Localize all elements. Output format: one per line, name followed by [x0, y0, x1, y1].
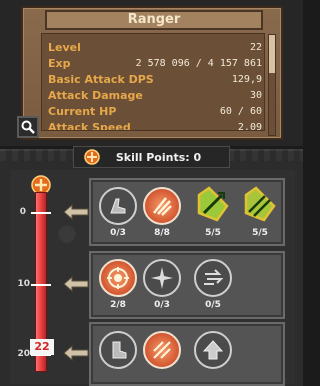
- skill-count: 8/8: [154, 228, 170, 238]
- stat-value: 2,09: [237, 122, 262, 131]
- skill-button-green-arrows[interactable]: [241, 185, 279, 223]
- stat-row-current-hp: Current HP 60 / 60: [48, 104, 262, 120]
- green-arrows-icon: [244, 186, 276, 222]
- skill-button-flame-claw[interactable]: [143, 187, 181, 225]
- skill-button-shuriken[interactable]: [143, 259, 181, 297]
- stat-row-exp: Exp 2 578 096 / 4 157 861: [48, 56, 262, 72]
- stat-label: Attack Damage: [48, 89, 143, 102]
- row-connector-arrow-icon: [63, 275, 89, 293]
- skill-button-wind[interactable]: [194, 259, 232, 297]
- skill-button-armor-boot[interactable]: [99, 331, 137, 369]
- stats-scrollbar[interactable]: [268, 34, 276, 136]
- skill-button-up-arrow[interactable]: [194, 331, 232, 369]
- level-tick: [31, 212, 51, 214]
- scrollbar-thumb[interactable]: [269, 35, 275, 73]
- up-arrow-icon: [202, 340, 224, 360]
- skill-count: 2/8: [110, 300, 126, 310]
- stat-row-attack-speed: Attack Speed 2,09: [48, 120, 262, 131]
- stat-row-level: Level 22: [48, 40, 262, 56]
- stat-label: Basic Attack DPS: [48, 73, 154, 86]
- skill-count: 0/3: [110, 228, 126, 238]
- row-connector-arrow-icon: [63, 203, 89, 221]
- stat-row-attack-damage: Attack Damage 30: [48, 88, 262, 104]
- armor-boot-icon: [112, 341, 127, 359]
- level-tick-label: 0: [19, 207, 26, 217]
- skill-button-green-arrow[interactable]: [194, 185, 232, 223]
- stat-value: 2 578 096 / 4 157 861: [135, 58, 262, 69]
- level-tick-label: 20: [17, 349, 30, 359]
- target-icon: [107, 267, 129, 289]
- stat-row-dps: Basic Attack DPS 129,9: [48, 72, 262, 88]
- skill-button-fire-slash[interactable]: [143, 331, 181, 369]
- level-tick: [31, 284, 51, 286]
- magnifier-icon: [21, 120, 35, 134]
- green-arrow-icon: [197, 186, 229, 222]
- stat-label: Current HP: [48, 105, 117, 118]
- inspect-button[interactable]: [17, 116, 39, 138]
- shuriken-icon: [151, 267, 173, 289]
- skill-count: 0/5: [205, 300, 221, 310]
- stat-label: Attack Speed: [48, 121, 131, 131]
- stat-label: Level: [48, 41, 81, 54]
- flame-claw-icon: [153, 197, 172, 216]
- stats-list[interactable]: Level 22 Exp 2 578 096 / 4 157 861 Basic…: [41, 33, 265, 131]
- stat-value: 22: [249, 42, 262, 53]
- class-title: Ranger: [45, 10, 263, 30]
- skill-count: 0/3: [154, 300, 170, 310]
- skill-count: 5/5: [252, 228, 268, 238]
- stat-label: Exp: [48, 57, 71, 70]
- wind-icon: [204, 269, 224, 285]
- boot-icon: [110, 198, 126, 214]
- skill-points-label: Skill Points: 0: [115, 151, 202, 164]
- skill-button-target[interactable]: [99, 259, 137, 297]
- current-level-badge: 22: [30, 339, 54, 355]
- stat-value: 60 / 60: [219, 106, 262, 117]
- character-stats-panel: Ranger Level 22 Exp 2 578 096 / 4 157 86…: [17, 6, 283, 140]
- row-connector-arrow-icon: [63, 344, 89, 362]
- stat-value: 129,9: [231, 74, 262, 85]
- skill-button-boot[interactable]: [99, 187, 137, 225]
- stat-value: 30: [249, 90, 262, 101]
- fire-slash-icon: [153, 341, 171, 359]
- skill-count: 5/5: [205, 228, 221, 238]
- level-tick-label: 10: [17, 279, 30, 289]
- skill-point-icon: [84, 149, 100, 165]
